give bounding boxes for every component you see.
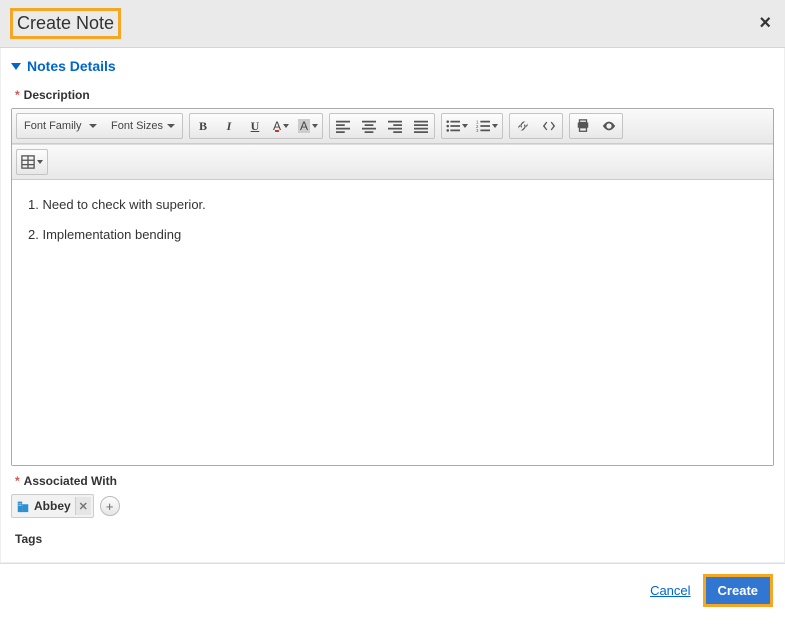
underline-button[interactable]: U [243, 115, 267, 137]
toolbar-list-group: 123 [441, 113, 503, 139]
align-justify-button[interactable] [409, 115, 433, 137]
tags-label: Tags [15, 532, 774, 546]
cancel-link[interactable]: Cancel [650, 583, 690, 598]
number-list-button[interactable]: 123 [473, 115, 501, 137]
align-center-button[interactable] [357, 115, 381, 137]
associated-chip[interactable]: Abbey ✕ [11, 494, 94, 518]
dialog-footer: Cancel Create [0, 563, 785, 617]
close-icon[interactable]: × [755, 12, 775, 35]
editor-toolbar-row2 [12, 144, 773, 180]
link-button[interactable] [511, 115, 535, 137]
toolbar-table-group [16, 149, 48, 175]
dialog-header: Create Note × [0, 0, 785, 48]
list-item: Need to check with superior. [28, 192, 759, 218]
caret-down-icon [283, 124, 289, 128]
bg-color-button[interactable]: A [295, 115, 321, 137]
section-title: Notes Details [27, 58, 116, 74]
table-button[interactable] [18, 151, 46, 173]
rich-text-editor: Font Family Font Sizes B I U A A 123 [11, 108, 774, 466]
toolbar-format-group: B I U A A [189, 113, 323, 139]
chevron-down-icon [11, 63, 21, 70]
caret-down-icon [312, 124, 318, 128]
toolbar-align-group [329, 113, 435, 139]
font-size-dropdown[interactable]: Font Sizes [105, 115, 181, 137]
list-item: Implementation bending [28, 222, 759, 248]
toolbar-view-group [569, 113, 623, 139]
description-label: * Description [15, 88, 774, 102]
print-button[interactable] [571, 115, 595, 137]
description-label-text: Description [24, 88, 90, 102]
section-header[interactable]: Notes Details [11, 58, 774, 74]
create-button[interactable]: Create [703, 574, 773, 607]
toolbar-insert-group [509, 113, 563, 139]
associated-with-text: Associated With [24, 474, 117, 488]
align-right-button[interactable] [383, 115, 407, 137]
preview-button[interactable] [597, 115, 621, 137]
italic-button[interactable]: I [217, 115, 241, 137]
dialog-title: Create Note [10, 8, 121, 39]
font-family-label: Font Family [24, 120, 81, 132]
bold-button[interactable]: B [191, 115, 215, 137]
text-color-button[interactable]: A [269, 115, 293, 137]
required-asterisk: * [15, 474, 20, 488]
dialog-body: Notes Details * Description Font Family F… [0, 48, 785, 563]
font-family-dropdown[interactable]: Font Family [18, 115, 103, 137]
font-size-label: Font Sizes [111, 120, 163, 132]
caret-down-icon [462, 124, 468, 128]
caret-down-icon [37, 160, 43, 164]
toolbar-font-group: Font Family Font Sizes [16, 113, 183, 139]
align-left-button[interactable] [331, 115, 355, 137]
editor-toolbar: Font Family Font Sizes B I U A A 123 [12, 109, 773, 144]
chip-remove-icon[interactable]: ✕ [75, 497, 91, 515]
bullet-list-button[interactable] [443, 115, 471, 137]
associated-with-row: Abbey ✕ + [11, 494, 774, 518]
chip-label: Abbey [34, 499, 71, 513]
editor-content-area[interactable]: Need to check with superior. Implementat… [12, 180, 773, 465]
code-button[interactable] [537, 115, 561, 137]
associated-with-label: * Associated With [15, 474, 774, 488]
caret-down-icon [492, 124, 498, 128]
caret-down-icon [167, 124, 175, 128]
caret-down-icon [89, 124, 97, 128]
required-asterisk: * [15, 88, 20, 102]
editor-ordered-list: Need to check with superior. Implementat… [26, 192, 759, 248]
svg-text:3: 3 [476, 128, 479, 133]
add-association-button[interactable]: + [100, 496, 120, 516]
building-icon [16, 499, 30, 513]
